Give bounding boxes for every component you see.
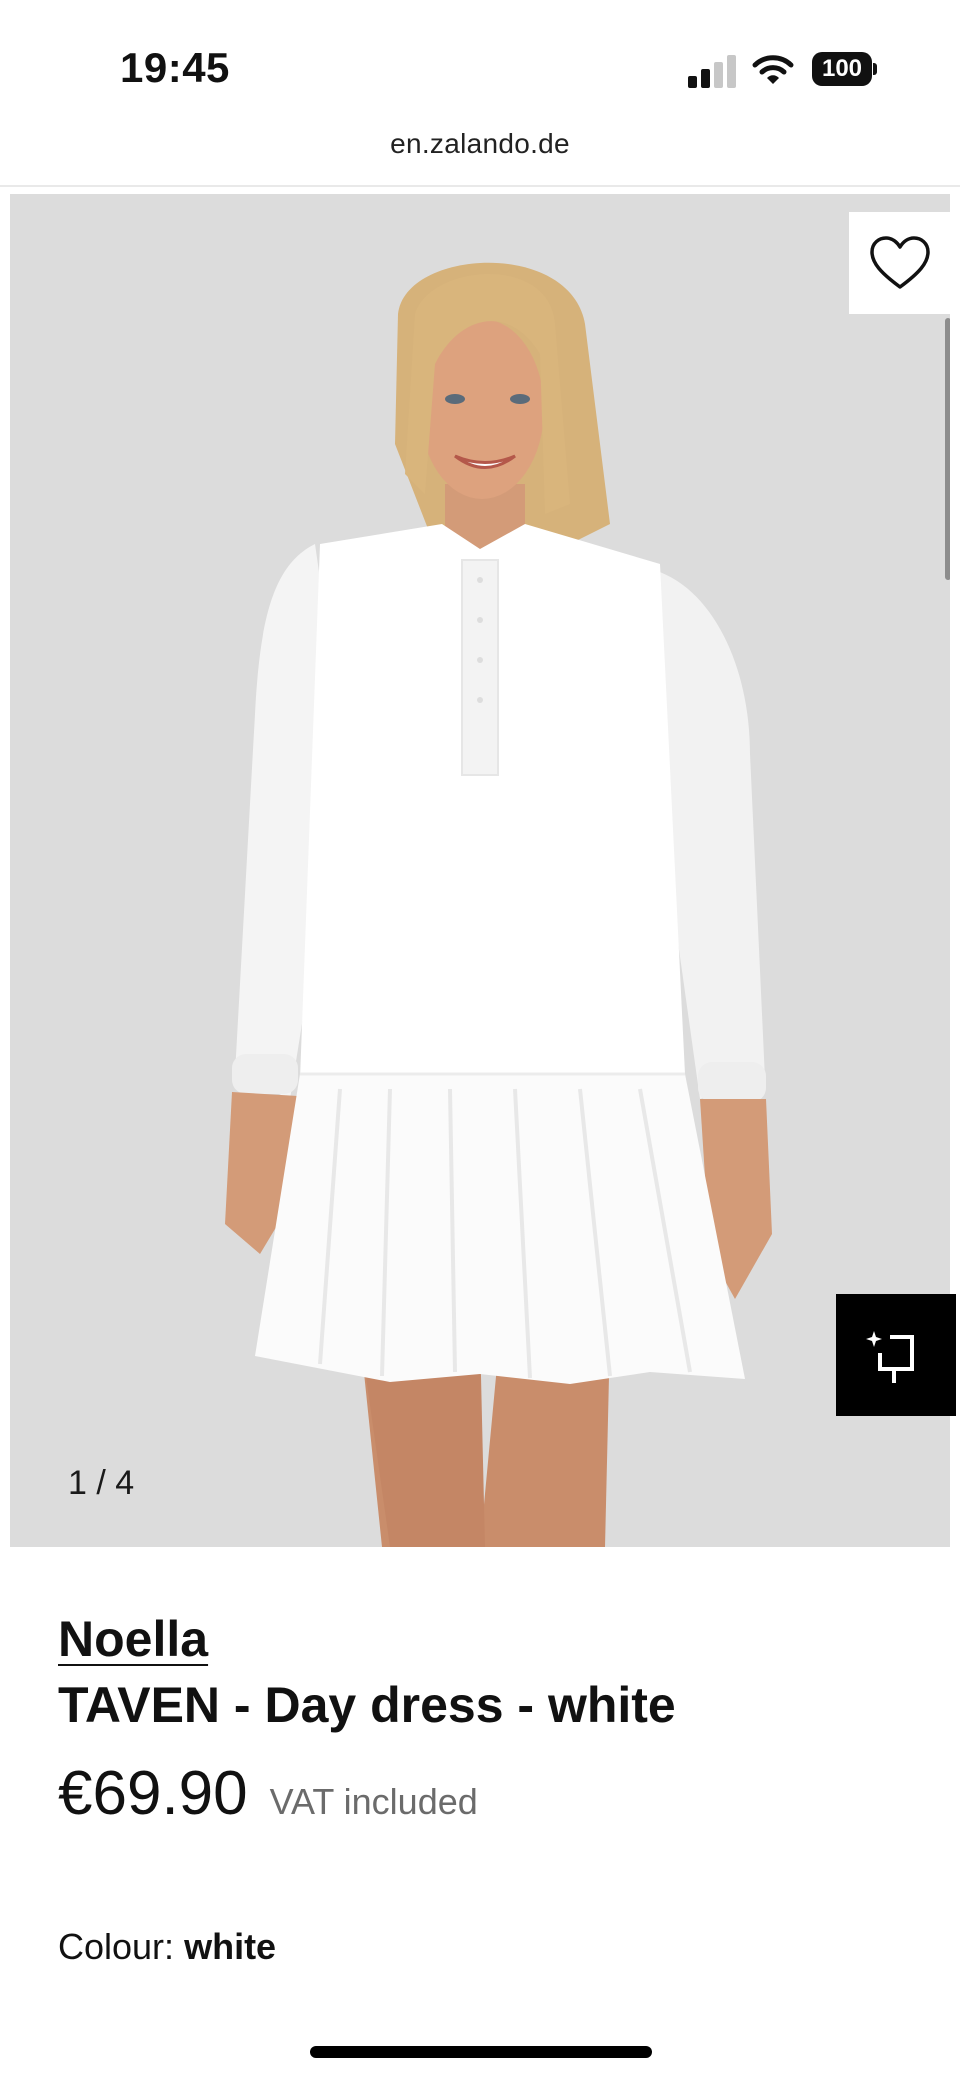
price-row: €69.90 VAT included bbox=[58, 1758, 478, 1829]
product-image-gallery[interactable]: 1 / 4 bbox=[10, 194, 950, 1547]
product-title: TAVEN - Day dress - white bbox=[58, 1677, 676, 1733]
cellular-signal-icon bbox=[688, 54, 736, 88]
header-divider bbox=[0, 185, 960, 187]
home-indicator[interactable] bbox=[310, 2046, 652, 2058]
image-counter: 1 / 4 bbox=[68, 1464, 135, 1502]
status-bar: 19:45 100 bbox=[0, 0, 960, 120]
find-similar-icon bbox=[866, 1331, 914, 1383]
status-time: 19:45 bbox=[120, 44, 230, 91]
vat-note: VAT included bbox=[269, 1781, 478, 1822]
colour-selector: Colour: white bbox=[58, 1926, 276, 1968]
product-price: €69.90 bbox=[58, 1759, 248, 1828]
battery-icon: 100 bbox=[812, 52, 877, 88]
battery-level: 100 bbox=[812, 52, 872, 86]
colour-label: Colour: bbox=[58, 1926, 175, 1967]
heart-icon bbox=[870, 236, 930, 289]
wishlist-button[interactable] bbox=[849, 212, 950, 314]
find-similar-button[interactable] bbox=[836, 1294, 956, 1416]
colour-value: white bbox=[184, 1926, 277, 1967]
brand-link[interactable]: Noella bbox=[58, 1610, 208, 1668]
scrollbar-thumb[interactable] bbox=[945, 318, 950, 580]
product-photo bbox=[10, 194, 950, 1547]
wifi-icon bbox=[752, 55, 794, 84]
url-bar[interactable]: en.zalando.de bbox=[0, 128, 960, 160]
